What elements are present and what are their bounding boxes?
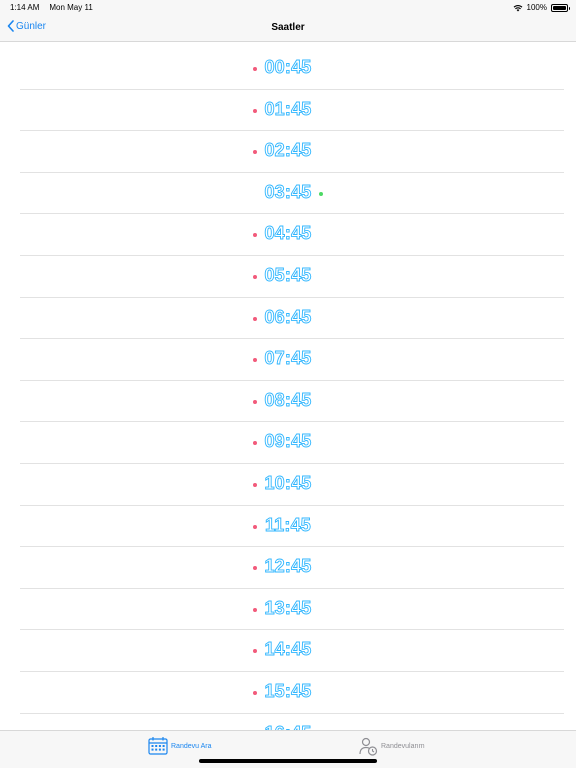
home-indicator [199,759,377,763]
tab-randevularim[interactable]: Randevularım [358,736,425,756]
hour-time: 08:45 [264,389,312,410]
hour-row[interactable]: 03:45 [0,173,576,215]
hour-time: 09:45 [264,431,312,452]
hour-row[interactable]: 01:45 [0,90,576,132]
hour-time: 13:45 [264,597,312,618]
hour-row[interactable]: 02:45 [0,131,576,173]
hour-time: 05:45 [264,264,312,286]
hour-time: 01:45 [264,98,312,119]
hour-row[interactable]: 12:45 [0,547,576,589]
wifi-icon [513,4,522,11]
hour-time: 06:45 [264,306,312,327]
hour-time: 12:45 [264,556,312,577]
hour-row[interactable]: 10:45 [0,464,576,506]
status-time: 1:14 AM [10,3,40,12]
tab-randevu-ara[interactable]: Randevu Ara [148,736,211,756]
hour-row[interactable]: 00:45 [0,48,576,90]
hour-row[interactable]: 07:45 [0,339,576,381]
hour-list[interactable]: 00:45 01:45 02:45 03:45 04:45 05:45 06:45 07:45… [0,48,576,730]
hour-row[interactable]: 05:45 [0,256,576,298]
tab-randevularim-label: Randevularım [381,742,425,750]
battery-icon [551,3,570,12]
hour-row[interactable]: 09:45 [0,422,576,464]
user-clock-icon [359,737,378,756]
hour-time: 10:45 [264,472,312,493]
hour-row[interactable]: 08:45 [0,381,576,423]
hour-time: 02:45 [264,140,312,161]
status-left: 1:14 AM Mon May 11 [10,3,93,12]
hour-time: 04:45 [264,223,312,244]
hour-time: 00:45 [264,57,312,78]
hour-time: 11:45 [264,514,312,535]
status-right: 100% [513,3,570,12]
hour-time: 03:45 [264,181,312,202]
hour-time: 14:45 [264,639,312,660]
navigation-bar: Günler Saatler [0,14,576,42]
hour-time: 15:45 [264,680,312,701]
hour-time: 16:45 [0,722,576,730]
hour-row[interactable]: 15:45 [0,672,576,714]
hour-row[interactable]: 06:45 [0,298,576,340]
status-date: Mon May 11 [49,3,93,12]
hour-row[interactable]: 13:45 [0,589,576,631]
battery-percent: 100% [526,3,547,12]
tab-randevu-ara-label: Randevu Ara [171,742,212,750]
hour-row[interactable]: 16:45 [0,714,576,730]
hour-time: 07:45 [264,348,312,369]
status-bar: 1:14 AM Mon May 11 100% [0,0,576,14]
hour-row[interactable]: 04:45 [0,214,576,256]
page-title: Saatler [271,22,305,33]
hour-row[interactable]: 11:45 [0,506,576,548]
hour-row[interactable]: 14:45 [0,630,576,672]
calendar-icon [148,737,168,755]
